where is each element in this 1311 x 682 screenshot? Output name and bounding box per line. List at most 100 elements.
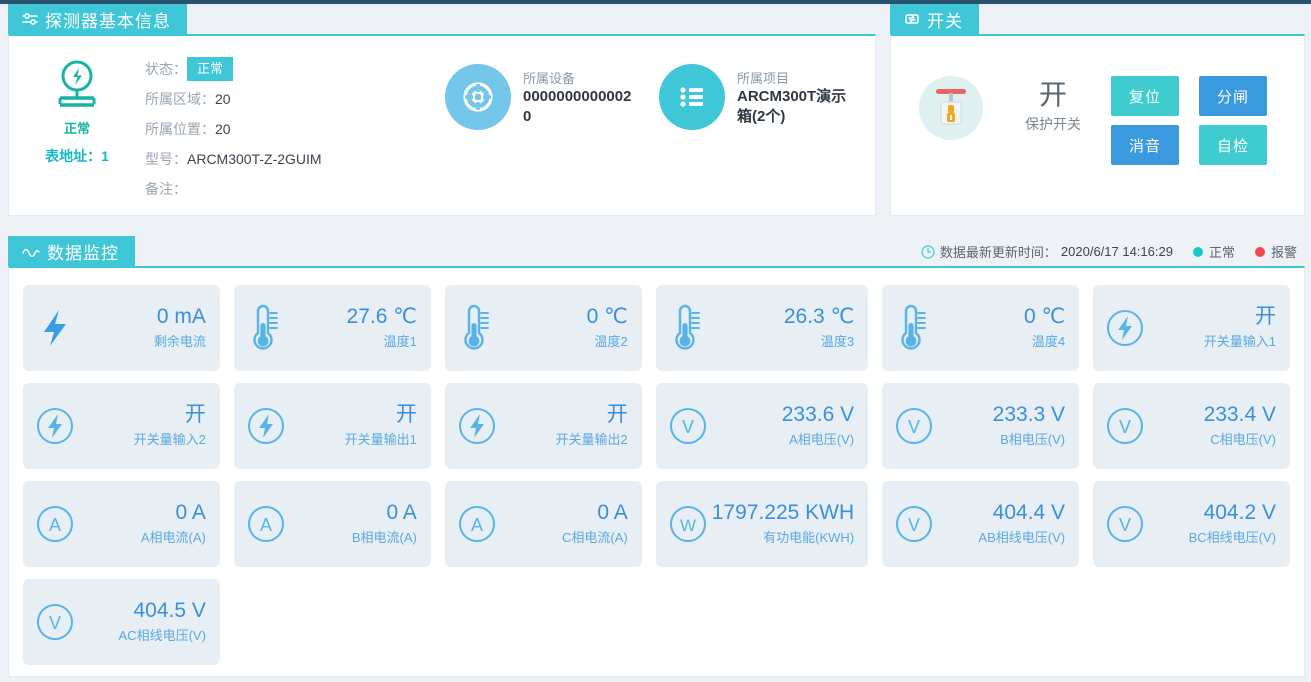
field-position-value: 20 [215,121,231,137]
metric-card: A 0 A C相电流(A) [444,481,642,567]
metric-label: A相电压(V) [789,432,855,447]
volt-circle-icon: V [1105,504,1145,544]
metric-value: 0 A [175,501,206,524]
switch-device-name: 保护开关 [1025,116,1081,132]
circuit-breaker-icon [919,76,983,140]
field-status: 状态： 正常 [145,54,445,84]
detector-status-label: 正常 [63,121,90,136]
svg-text:A: A [471,515,483,535]
detector-panel-header: 探测器基本信息 [8,4,187,34]
metric-label: BC相线电压(V) [1188,530,1276,545]
tile-device: 所属设备 00000000000020 [445,64,633,215]
clock-icon [921,244,935,259]
switch-state-block: 开 保护开关 [1005,76,1101,134]
metric-value: 0 mA [156,305,206,328]
switch-panel-body: 开 保护开关 复位 分闸 消音 自检 [890,34,1305,216]
bolt-circle-icon [246,406,286,446]
svg-text:V: V [1119,417,1131,437]
switch-transfer-icon [904,12,920,26]
metric-card: A 0 A A相电流(A) [23,481,220,567]
metric-label: 温度1 [383,334,417,349]
switch-state-value: 开 [1038,79,1067,110]
volt-circle-icon: V [668,406,708,446]
open-breaker-button[interactable]: 分闸 [1199,76,1267,116]
amp-circle-icon: A [457,504,497,544]
lifebuoy-icon [445,64,511,130]
legend-alarm: 报警 [1254,242,1297,261]
metric-label: B相电压(V) [1000,432,1066,447]
metric-value: 0 A [597,501,628,524]
metric-value: 0 ℃ [586,305,628,328]
metric-label: 剩余电流 [153,334,206,349]
metric-label: 有功电能(KWH) [763,530,855,545]
legend-alarm-label: 报警 [1270,245,1297,260]
metric-value: 0 ℃ [1023,305,1066,328]
metric-value: 开 [395,403,417,426]
field-position: 所属位置： 20 [145,114,445,144]
metric-value: 233.6 V [781,403,855,426]
metric-card: 开开关量输出2 [444,383,642,469]
metric-label: 开关量输出1 [344,432,417,447]
detector-panel-title: 探测器基本信息 [45,11,171,31]
metric-card: V 233.6 V A相电压(V) [655,383,869,469]
sliders-icon [22,12,38,26]
metric-card: A 0 A B相电流(A) [233,481,431,567]
update-time-label: 数据最新更新时间： [939,245,1057,260]
svg-text:V: V [908,417,920,437]
reset-button[interactable]: 复位 [1111,76,1179,116]
list-icon [659,64,725,130]
bolt-icon [35,306,75,350]
metric-label: C相电压(V) [1210,432,1276,447]
field-position-key: 所属位置： [145,121,215,137]
metric-value: 开 [1254,305,1276,328]
metric-card: V 404.2 V BC相线电压(V) [1093,481,1290,567]
detector-status-block: 正常 表地址：1 [9,50,145,215]
metric-card: 0 ℃ 温度2 [444,285,642,371]
self-test-button[interactable]: 自检 [1199,125,1267,165]
metric-value: 233.3 V [992,403,1066,426]
metric-value: 0 A [386,501,417,524]
metric-value: 27.6 ℃ [346,305,417,328]
ground-fault-detector-icon [9,58,145,116]
tile-project: 所属项目 ARCM300T演示箱(2个) [659,64,847,215]
metric-label: AC相线电压(V) [118,628,206,643]
monitor-panel-title: 数据监控 [47,243,119,263]
tile-project-value: ARCM300T演示箱(2个) [737,88,847,125]
detector-tiles: 所属设备 00000000000020 所属项目 ARCM300T演示箱(2个) [445,50,873,215]
field-area: 所属区域： 20 [145,84,445,114]
volt-circle-icon: V [35,602,75,642]
thermometer-icon [457,303,491,353]
field-area-key: 所属区域： [145,91,215,107]
metric-card: V 233.3 V B相电压(V) [882,383,1080,469]
bolt-circle-icon [35,406,75,446]
field-model-key: 型号： [145,151,187,167]
field-remark: 备注： [145,174,445,204]
metric-label: 温度2 [594,334,628,349]
metric-label: 温度4 [1031,334,1066,349]
volt-circle-icon: V [1105,406,1145,446]
monitor-panel-header: 数据监控 [8,236,135,266]
metric-card-grid: 0 mA 剩余电流 27.6 ℃ 温度1 0 ℃ 温度2 26.3 ℃ 温度3 0 ℃ 温度4 开开… [9,268,1304,682]
svg-text:V: V [682,417,694,437]
svg-text:V: V [1119,515,1131,535]
wave-icon [22,245,40,257]
field-remark-key: 备注： [145,181,187,197]
svg-text:A: A [49,515,61,535]
volt-circle-icon: V [894,406,934,446]
volt-circle-icon: V [894,504,934,544]
tile-device-value: 00000000000020 [523,88,632,125]
metric-label: C相电流(A) [562,530,628,545]
detector-field-list: 状态： 正常 所属区域： 20 所属位置： 20 型号： ARCM300T-Z-… [145,50,445,215]
metric-value: 开 [184,403,206,426]
detector-info-panel: 探测器基本信息 正常 表地址：1 状态： 正常 所属区域： 20 所属位置： 2… [8,0,876,216]
tile-device-label: 所属设备 [523,71,576,86]
metric-value: 1797.225 KWH [711,501,855,524]
metric-label: B相电流(A) [351,530,417,545]
meter-address: 表地址：1 [45,148,109,164]
metric-card: 0 mA 剩余电流 [23,285,220,371]
mute-button[interactable]: 消音 [1111,125,1179,165]
svg-text:V: V [49,613,61,633]
amp-circle-icon: A [35,504,75,544]
thermometer-icon [246,303,280,353]
field-area-value: 20 [215,91,231,107]
